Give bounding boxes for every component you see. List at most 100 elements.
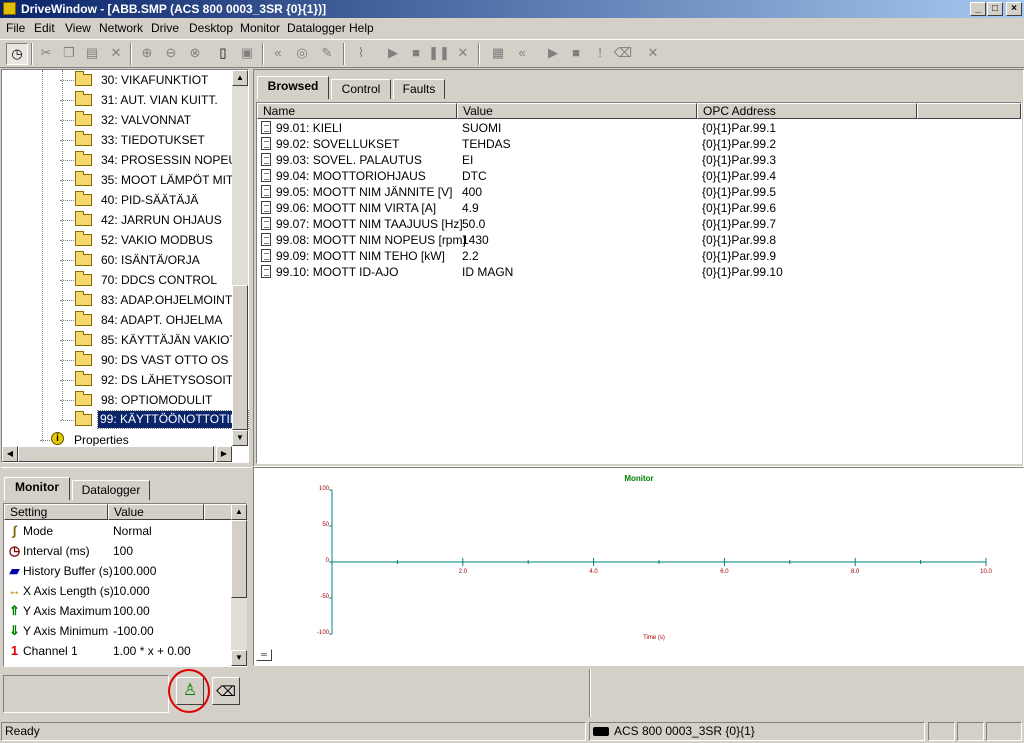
menu-edit[interactable]: Edit	[34, 21, 55, 35]
settings-scroll-thumb[interactable]	[231, 520, 247, 598]
eraser-button[interactable]: ⌫	[212, 677, 240, 705]
setting-value[interactable]: 100	[113, 544, 133, 558]
list-row[interactable]: 99.10: MOOTT ID-AJO ID MAGN {0}{1}Par.99.1…	[257, 264, 1017, 280]
pause-icon[interactable]: ❚❚	[428, 43, 450, 65]
cut-icon[interactable]: ✂	[35, 43, 57, 65]
scroll-left-icon[interactable]: ◀	[2, 446, 18, 462]
menu-desktop[interactable]: Desktop	[189, 21, 233, 35]
menu-datalogger[interactable]: Datalogger	[287, 21, 346, 35]
zoom-out-icon[interactable]: ⊖	[160, 43, 182, 65]
list-row[interactable]: 99.04: MOOTTORIOHJAUS DTC {0}{1}Par.99.4	[257, 168, 1017, 184]
tree-horizontal-scrollbar[interactable]: ◀ ▶	[2, 446, 232, 462]
scroll-thumb[interactable]	[232, 285, 248, 430]
rewind-icon[interactable]: «	[267, 43, 289, 65]
tree-item[interactable]: 52: VAKIO MODBUS	[2, 230, 234, 250]
setting-value[interactable]: -100.00	[113, 624, 154, 638]
column-header-setting-value[interactable]: Value	[108, 504, 204, 520]
stop-icon[interactable]: ■	[405, 43, 427, 65]
settings-row[interactable]: 1 Channel 1 1.00 * x + 0.00	[4, 641, 232, 661]
tree-item[interactable]: 30: VIKAFUNKTIOT	[2, 70, 234, 90]
list-row[interactable]: 99.07: MOOTT NIM TAAJUUS [Hz] 50.0 {0}{1}P…	[257, 216, 1017, 232]
scroll-down-icon[interactable]: ▼	[232, 430, 248, 446]
settings-scroll-down-icon[interactable]: ▼	[231, 650, 247, 666]
scroll-up-icon[interactable]: ▲	[232, 70, 248, 86]
list-row[interactable]: 99.02: SOVELLUKSET TEHDAS {0}{1}Par.99.2	[257, 136, 1017, 152]
tree-vertical-scrollbar[interactable]: ▲ ▼	[232, 70, 248, 446]
column-header-value[interactable]: Value	[457, 103, 697, 119]
setting-value[interactable]: 10.000	[113, 584, 150, 598]
reset-icon[interactable]: ◎	[291, 43, 313, 65]
copy-icon[interactable]: ❐	[58, 43, 80, 65]
logger-rewind-icon[interactable]: «	[511, 43, 533, 65]
graph-icon[interactable]: ⌇	[350, 43, 372, 65]
column-header-setting[interactable]: Setting	[4, 504, 108, 520]
tab-datalogger[interactable]: Datalogger	[72, 480, 150, 500]
setting-value[interactable]: 1.00 * x + 0.00	[113, 644, 191, 658]
zoom-in-icon[interactable]: ⊕	[136, 43, 158, 65]
column-header-name[interactable]: Name	[257, 103, 457, 119]
list-row[interactable]: 99.09: MOOTT NIM TEHO [kW] 2.2 {0}{1}Par.9…	[257, 248, 1017, 264]
logger-stop-icon[interactable]: ■	[565, 43, 587, 65]
menu-monitor[interactable]: Monitor	[240, 21, 280, 35]
tab-control[interactable]: Control	[331, 79, 391, 99]
menu-help[interactable]: Help	[349, 21, 374, 35]
settings-row[interactable]: ⇑ Y Axis Maximum 100.00	[4, 601, 232, 621]
menu-network[interactable]: Network	[99, 21, 143, 35]
settings-scroll-up-icon[interactable]: ▲	[231, 504, 247, 520]
list-row[interactable]: 99.08: MOOTT NIM NOPEUS [rpm] 1430 {0}{1}P…	[257, 232, 1017, 248]
logger-play-icon[interactable]: ▶	[542, 43, 564, 65]
hscroll-thumb[interactable]	[18, 446, 214, 462]
play-icon[interactable]: ▶	[382, 43, 404, 65]
list-row[interactable]: 99.05: MOOTT NIM JÄNNITE [V] 400 {0}{1}Par…	[257, 184, 1017, 200]
delete-icon[interactable]: ✕	[105, 43, 127, 65]
menu-drive[interactable]: Drive	[151, 21, 179, 35]
parameter-list[interactable]: Name Value OPC Address 99.01: KIELI SUOMI…	[256, 102, 1022, 464]
tree-item[interactable]: 35: MOOT LÄMPÖT MITT	[2, 170, 241, 190]
settings-row[interactable]: ∫ Mode Normal	[4, 521, 232, 541]
settings-row[interactable]: ⇓ Y Axis Minimum -100.00	[4, 621, 232, 641]
tree-item[interactable]: 70: DDCS CONTROL	[2, 270, 234, 290]
tab-browsed[interactable]: Browsed	[257, 76, 329, 99]
list-row[interactable]: 99.03: SOVEL. PALAUTUS EI {0}{1}Par.99.3	[257, 152, 1017, 168]
tree-item[interactable]: 32: VALVONNAT	[2, 110, 234, 130]
maximize-button[interactable]: □	[987, 2, 1003, 16]
list-row[interactable]: 99.01: KIELI SUOMI {0}{1}Par.99.1	[257, 120, 1017, 136]
tree-item[interactable]: 98: OPTIOMODULIT	[2, 390, 234, 410]
tree-item[interactable]: 31: AUT. VIAN KUITT.	[2, 90, 234, 110]
settings-row[interactable]: ▰ History Buffer (s) 100.000	[4, 561, 232, 581]
tree-item[interactable]: 84: ADAPT. OHJELMA	[2, 310, 234, 330]
logger-clear-icon[interactable]: ✕	[642, 43, 664, 65]
logger-erase-icon[interactable]: ⌫	[612, 43, 634, 65]
settings-scrollbar[interactable]: ▲ ▼	[231, 504, 247, 666]
logger-trigger-icon[interactable]: !	[589, 43, 611, 65]
tree-item[interactable]: 40: PID-SÄÄTÄJÄ	[2, 190, 234, 210]
clear-icon[interactable]: ✕	[452, 43, 474, 65]
column-header-opc[interactable]: OPC Address	[697, 103, 917, 119]
save-icon[interactable]: ▣	[236, 43, 258, 65]
tree-item[interactable]: 42: JARRUN OHJAUS	[2, 210, 234, 230]
monitor-clock-icon[interactable]: ◷	[6, 43, 28, 65]
tree-item[interactable]: 83: ADAP.OHJELMOINTI	[2, 290, 236, 310]
monitor-graph[interactable]: Monitor Time (s) 100 50 0 -50 -100 2.0 4.0 6.0…	[253, 467, 1024, 666]
list-row[interactable]: 99.06: MOOTT NIM VIRTA [A] 4.9 {0}{1}Par.9…	[257, 200, 1017, 216]
minimize-button[interactable]: _	[970, 2, 986, 16]
setting-value[interactable]: Normal	[113, 524, 152, 538]
settings-row[interactable]: ◷ Interval (ms) 100	[4, 541, 232, 561]
tree-item[interactable]: 34: PROSESSIN NOPEUS	[2, 150, 245, 170]
tree-item[interactable]: 85: KÄYTTÄJÄN VAKIOT	[2, 330, 237, 350]
tree-item[interactable]: 60: ISÄNTÄ/ORJA	[2, 250, 234, 270]
graph-splitter-handle[interactable]: ═	[256, 649, 272, 661]
tab-monitor[interactable]: Monitor	[4, 477, 70, 500]
settings-row[interactable]: ↔ X Axis Length (s) 10.000	[4, 581, 232, 601]
menu-view[interactable]: View	[65, 21, 91, 35]
monitor-settings[interactable]: Setting Value ∫ Mode Normal ◷ Interval (ms) 1…	[3, 503, 247, 667]
new-document-icon[interactable]: ▯	[212, 43, 234, 65]
tab-faults[interactable]: Faults	[393, 79, 445, 99]
menu-file[interactable]: File	[6, 21, 25, 35]
tree-item[interactable]: 99: KÄYTTÖÖNOTTOTIED	[2, 410, 250, 430]
tree-item[interactable]: 92: DS LÄHETYSOSOITE	[2, 370, 241, 390]
tree-item[interactable]: 33: TIEDOTUKSET	[2, 130, 234, 150]
setting-value[interactable]: 100.00	[113, 604, 150, 618]
close-button[interactable]: ×	[1006, 2, 1022, 16]
edit-icon[interactable]: ✎	[316, 43, 338, 65]
